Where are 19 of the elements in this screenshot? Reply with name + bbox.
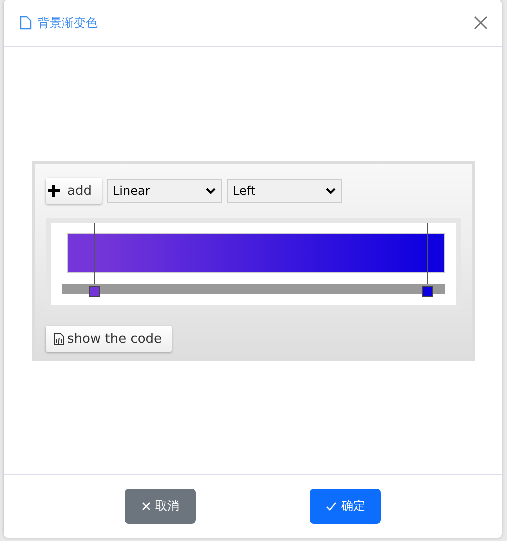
gradient-type-select[interactable]: Linear (106, 179, 222, 203)
add-button[interactable]: add (46, 178, 102, 204)
check-icon (326, 502, 336, 511)
color-stop-handle[interactable] (89, 286, 100, 297)
color-stop-handle[interactable] (422, 286, 434, 297)
dialog-title: 背景渐变色 (38, 14, 99, 32)
code-file-icon (54, 332, 64, 346)
leader-line (427, 223, 428, 286)
direction-select[interactable]: Left (226, 179, 342, 203)
cancel-button[interactable]: 取消 (125, 489, 196, 524)
show-code-button[interactable]: show the code (46, 326, 172, 352)
chevron-down-icon (206, 188, 216, 194)
leader-line (94, 223, 96, 286)
close-icon[interactable] (474, 16, 488, 30)
close-icon (142, 502, 150, 511)
chevron-down-icon (326, 188, 336, 194)
plus-icon (48, 185, 60, 197)
confirm-button[interactable]: 确定 (310, 489, 381, 524)
document-icon (20, 16, 32, 30)
